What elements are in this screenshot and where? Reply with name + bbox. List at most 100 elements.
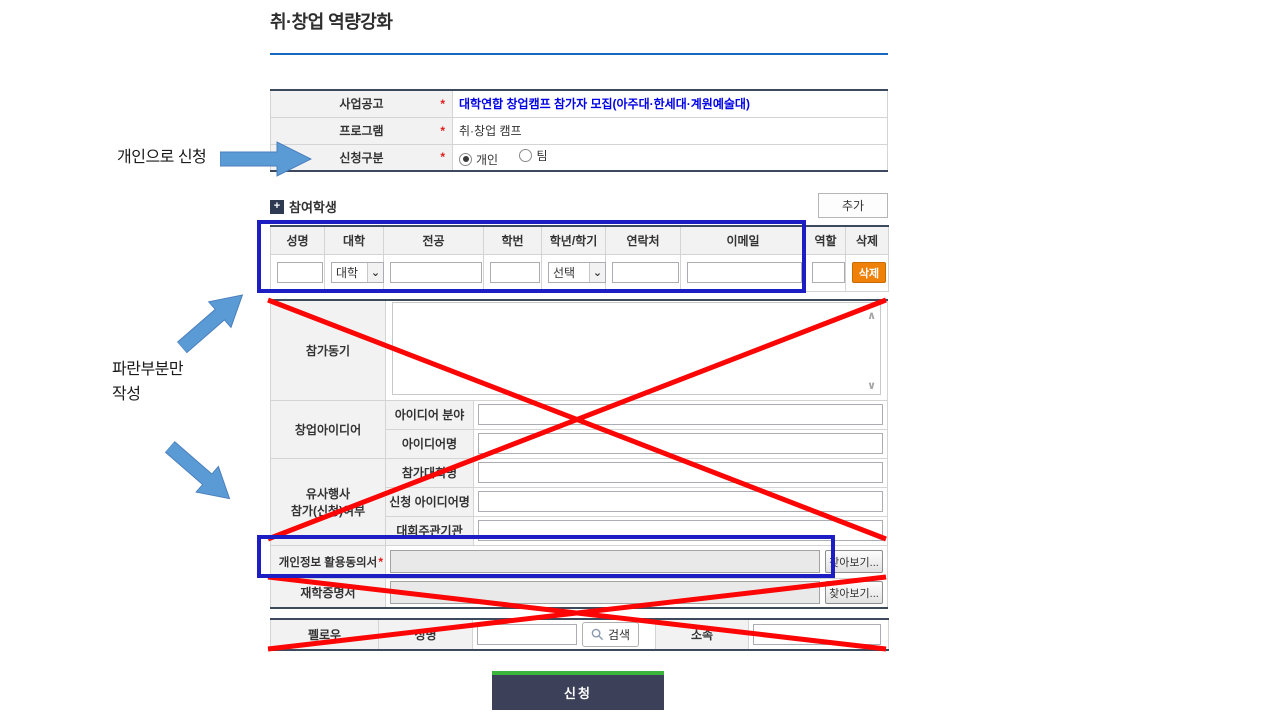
- idea-field-label: 아이디어 분야: [386, 400, 474, 429]
- required-asterisk: *: [440, 124, 445, 138]
- fellow-label: 펠로우: [271, 619, 379, 650]
- name-input[interactable]: [277, 262, 323, 283]
- fellow-table: 펠로우 성명 검색 소속: [270, 618, 889, 651]
- major-input[interactable]: [390, 262, 482, 283]
- fellow-row: 펠로우 성명 검색 소속: [271, 619, 889, 650]
- fellow-name-input[interactable]: [477, 624, 577, 645]
- radio-individual[interactable]: 개인: [459, 151, 498, 168]
- annotation-blue-only-line2: 작성: [112, 386, 140, 403]
- idea-field-input[interactable]: [478, 404, 883, 425]
- idea-name-label: 아이디어명: [386, 429, 474, 458]
- col-contact: 연락처: [606, 226, 681, 254]
- business-notice-label-cell: 사업공고 *: [271, 90, 453, 117]
- col-grade-term: 학년/학기: [542, 226, 606, 254]
- role-input[interactable]: [812, 262, 845, 283]
- application-info-table: 사업공고 * 대학연합 창업캠프 참가자 모집(아주대·한세대·계원예술대) 프…: [270, 89, 888, 172]
- participants-header-row: 성명 대학 전공 학번 학년/학기 연락처 이메일 역할 삭제: [271, 226, 889, 254]
- idea-name-input[interactable]: [478, 433, 883, 454]
- required-asterisk: *: [440, 150, 445, 164]
- university-select-value: 대학: [332, 264, 367, 281]
- applied-idea-input[interactable]: [478, 491, 883, 512]
- fellow-search-label: 검색: [608, 626, 630, 643]
- col-name: 성명: [271, 226, 325, 254]
- annotation-blue-only: 파란부분만 작성: [112, 358, 183, 408]
- privacy-consent-label: 개인정보 활용동의서: [279, 557, 377, 569]
- enrollment-file-input[interactable]: [390, 581, 820, 604]
- apply-type-label-cell: 신청구분 *: [271, 144, 453, 171]
- program-label-cell: 프로그램 *: [271, 117, 453, 144]
- contact-input[interactable]: [612, 262, 679, 283]
- business-notice-label: 사업공고: [339, 97, 383, 111]
- col-delete: 삭제: [846, 226, 889, 254]
- privacy-browse-button[interactable]: 찾아보기...: [825, 550, 883, 573]
- grade-term-select-value: 선택: [549, 264, 589, 281]
- business-notice-value[interactable]: 대학연합 창업캠프 참가자 모집(아주대·한세대·계원예술대): [459, 97, 750, 111]
- enrollment-browse-button[interactable]: 찾아보기...: [825, 581, 883, 604]
- program-label: 프로그램: [339, 124, 383, 138]
- contest-org-input[interactable]: [478, 520, 883, 541]
- radio-team-label: 팀: [536, 147, 547, 164]
- chevron-down-icon[interactable]: ⌄: [367, 263, 383, 282]
- col-student-id: 학번: [484, 226, 542, 254]
- fellow-name-label: 성명: [379, 619, 473, 650]
- university-select[interactable]: 대학 ⌄: [331, 262, 384, 283]
- scroll-up-icon[interactable]: ∧: [867, 309, 876, 322]
- details-table: 참가동기 ∧ ∨ 창업아이디어 아이디어 분야 아이디어명 유사행사 참가(신청…: [270, 299, 888, 609]
- motivation-textarea[interactable]: [392, 302, 881, 395]
- fellow-affiliation-label: 소속: [656, 619, 749, 650]
- delete-row-button[interactable]: 삭제: [852, 262, 886, 283]
- enrollment-cert-label: 재학증명서: [271, 578, 386, 608]
- student-id-input[interactable]: [490, 262, 540, 283]
- required-asterisk: *: [440, 97, 445, 111]
- fellow-affiliation-input[interactable]: [753, 624, 881, 645]
- similar-event-group-label: 유사행사 참가(신청)여부: [271, 458, 386, 545]
- fellow-search-button[interactable]: 검색: [582, 622, 639, 647]
- submit-button[interactable]: 신청: [492, 671, 664, 710]
- chevron-down-icon[interactable]: ⌄: [589, 263, 605, 282]
- title-divider: [270, 53, 888, 55]
- contest-name-input[interactable]: [478, 462, 883, 483]
- table-row: 개인정보 활용동의서 * 찾아보기...: [271, 545, 888, 578]
- scroll-down-icon[interactable]: ∨: [867, 379, 876, 392]
- table-row: 유사행사 참가(신청)여부 참가대회명: [271, 458, 888, 487]
- similar-event-label-line2: 참가(신청)여부: [291, 504, 365, 518]
- table-row: 사업공고 * 대학연합 창업캠프 참가자 모집(아주대·한세대·계원예술대): [271, 90, 888, 117]
- radio-individual-label: 개인: [476, 151, 498, 168]
- motivation-label: 참가동기: [271, 300, 386, 400]
- col-major: 전공: [384, 226, 484, 254]
- radio-selected-icon[interactable]: [459, 153, 472, 166]
- search-icon: [591, 628, 604, 641]
- annotation-blue-only-line1: 파란부분만: [112, 361, 183, 378]
- table-row: 재학증명서 찾아보기...: [271, 578, 888, 608]
- table-row: 참가동기 ∧ ∨: [271, 300, 888, 400]
- radio-team[interactable]: 팀: [519, 147, 547, 164]
- program-value: 취·창업 캠프: [459, 124, 522, 138]
- contest-org-label: 대회주관기관: [386, 516, 474, 545]
- grade-term-select[interactable]: 선택 ⌄: [548, 262, 606, 283]
- similar-event-label-line1: 유사행사: [306, 487, 350, 501]
- blue-arrow-up-right: [170, 281, 255, 361]
- table-row: 신청구분 * 개인 팀: [271, 144, 888, 171]
- participants-section-label: 참여학생: [289, 197, 337, 216]
- privacy-consent-label-cell: 개인정보 활용동의서 *: [271, 545, 386, 578]
- col-email: 이메일: [681, 226, 806, 254]
- col-university: 대학: [325, 226, 384, 254]
- table-row: 창업아이디어 아이디어 분야: [271, 400, 888, 429]
- idea-group-label: 창업아이디어: [271, 400, 386, 458]
- col-role: 역할: [806, 226, 846, 254]
- table-row: 프로그램 * 취·창업 캠프: [271, 117, 888, 144]
- blue-arrow-down-right: [158, 433, 242, 513]
- participant-row: 대학 ⌄ 선택 ⌄ 삭제: [271, 254, 889, 291]
- email-input[interactable]: [687, 262, 802, 283]
- participants-table: 성명 대학 전공 학번 학년/학기 연락처 이메일 역할 삭제 대학 ⌄ 선택 …: [270, 225, 889, 292]
- contest-name-label: 참가대회명: [386, 458, 474, 487]
- applied-idea-label: 신청 아이디어명: [386, 487, 474, 516]
- required-asterisk: *: [378, 555, 383, 569]
- plus-icon: +: [270, 200, 284, 214]
- apply-type-label: 신청구분: [339, 151, 383, 165]
- participants-section-bar: + 참여학생 추가: [270, 193, 888, 219]
- privacy-file-input[interactable]: [390, 550, 820, 573]
- radio-unselected-icon[interactable]: [519, 149, 532, 162]
- add-participant-button[interactable]: 추가: [818, 193, 888, 218]
- page-title: 취·창업 역량강화: [270, 8, 392, 34]
